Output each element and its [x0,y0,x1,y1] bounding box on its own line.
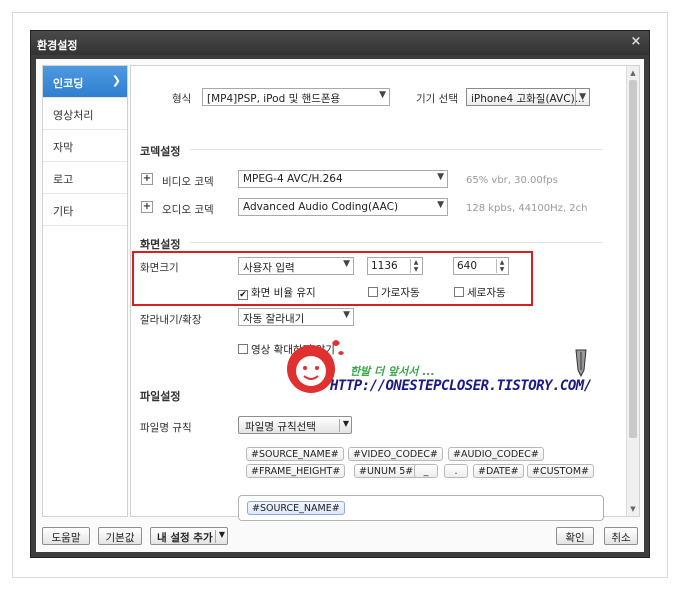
crop-value: 자동 잘라내기 [243,313,305,325]
sidebar-item-label: 로고 [53,173,74,186]
sidebar-item-logo[interactable]: 로고 [43,162,127,194]
ok-button[interactable]: 확인 [556,527,594,545]
file-section-title: 파일설정 [140,390,181,403]
token-chip[interactable]: #SOURCE_NAME# [247,501,345,515]
token-chip[interactable]: #FRAME_HEIGHT# [246,464,346,478]
cancel-button[interactable]: 취소 [604,527,638,545]
checkbox-box [454,287,464,297]
add-preset-button[interactable]: 내 설정 추가 ▼ [150,527,228,545]
sidebar-item-etc[interactable]: 기타 [43,194,127,226]
format-select[interactable]: [MP4]PSP, iPod 및 핸드폰용 ▼ [202,88,390,106]
close-icon[interactable]: × [629,35,643,49]
token-chip[interactable]: #CUSTOM# [527,464,595,478]
chevron-down-icon: ▼ [437,200,444,210]
up-down-arrows-icon[interactable]: ▲ ▼ [496,259,507,273]
height-stepper[interactable]: 640 ▲ ▼ [453,257,509,275]
default-button[interactable]: 기본값 [98,527,142,545]
token-chip[interactable]: #AUDIO_CODEC# [448,447,544,461]
crop-label: 잘라내기/확장 [140,314,202,326]
device-label: 기기 선택 [416,93,458,105]
video-codec-label: 비디오 코덱 [162,176,214,188]
codec-section-title: 코덱설정 [140,145,181,158]
auto-height-checkbox[interactable]: 세로자동 [454,285,506,300]
up-down-arrows-icon[interactable]: ▲ ▼ [410,259,421,273]
video-codec-value: MPEG-4 AVC/H.264 [243,173,343,185]
audio-codec-hint: 128 kpbs, 44100Hz, 2ch [466,203,588,214]
chevron-down-icon: ▼ [379,90,386,100]
checkbox-box [368,287,378,297]
token-chip[interactable]: #DATE# [473,464,524,478]
divider [190,242,603,243]
sidebar-item-label: 인코딩 [53,77,84,90]
chevron-down-icon: ▼ [338,419,349,432]
chevron-down-icon: ▼ [343,259,350,269]
crop-select[interactable]: 자동 잘라내기 ▼ [238,308,354,326]
screen-section-title: 화면설정 [140,238,181,251]
vertical-scrollbar[interactable]: ▲ ▼ [626,66,639,516]
window-title: 환경설정 [37,39,78,52]
sidebar-item-video-processing[interactable]: 영상처리 [43,98,127,130]
file-rule-label: 파일명 규칙 [140,422,192,434]
help-button[interactable]: 도움말 [42,527,90,545]
auto-width-label: 가로자동 [381,287,420,299]
sidebar-item-label: 영상처리 [53,109,94,122]
keep-ratio-checkbox[interactable]: ✔ 화면 비율 유지 [238,285,316,300]
video-codec-hint: 65% vbr, 30.00fps [466,175,558,186]
audio-codec-label: 오디오 코덱 [162,204,214,216]
sidebar-item-label: 기타 [53,205,74,218]
token-chip[interactable]: #UNUM 5# [354,464,419,478]
pen-icon [575,349,587,378]
chevron-down-icon: ▼ [437,172,444,182]
checkmark-icon: ✔ [238,290,248,300]
scroll-up-icon[interactable]: ▲ [627,67,639,79]
sidebar: 인코딩 ❯ 영상처리 자막 로고 기타 [42,65,128,517]
filename-pattern-field[interactable]: #SOURCE_NAME# [238,495,604,521]
token-chip[interactable]: #VIDEO_CODEC# [348,447,443,461]
token-chip[interactable]: #SOURCE_NAME# [246,447,344,461]
watermark-url: HTTP://ONESTEPCLOSER.TISTORY.COM/ [330,378,592,394]
format-value: [MP4]PSP, iPod 및 핸드폰용 [207,93,341,105]
auto-height-label: 세로자동 [467,287,506,299]
token-chip[interactable]: . [444,464,468,478]
sidebar-item-label: 자막 [53,141,74,154]
video-codec-select[interactable]: MPEG-4 AVC/H.264 ▼ [238,170,448,188]
watermark-slogan: 한발 더 앞서서 ... [350,365,435,378]
file-rule-value: 파일명 규칙선택 [245,421,316,433]
sidebar-item-encoding[interactable]: 인코딩 ❯ [43,66,127,98]
screen-size-select[interactable]: 사용자 입력 ▼ [238,257,354,275]
add-preset-label: 내 설정 추가 [157,532,213,544]
auto-width-checkbox[interactable]: 가로자동 [368,285,420,300]
chevron-down-icon: ▼ [343,310,350,320]
device-select[interactable]: iPhone4 고화질(AVC)... ▼ [466,88,590,106]
width-stepper[interactable]: 1136 ▲ ▼ [367,257,423,275]
width-value: 1136 [371,260,398,272]
token-chip[interactable]: _ [414,464,438,478]
chevron-down-icon: ▼ [575,89,586,105]
chevron-down-icon: ▼ [214,530,225,543]
screen-size-label: 화면크기 [140,262,179,274]
audio-codec-select[interactable]: Advanced Audio Coding(AAC) ▼ [238,198,448,216]
sidebar-item-subtitle[interactable]: 자막 [43,130,127,162]
chevron-right-icon: ❯ [111,74,121,87]
file-rule-select[interactable]: 파일명 규칙선택 ▼ [238,416,352,434]
divider [190,149,603,150]
plus-icon[interactable]: + [141,201,153,213]
title-bar: 환경설정 × [31,31,649,55]
format-label: 형식 [172,93,192,105]
audio-codec-value: Advanced Audio Coding(AAC) [243,201,399,213]
keep-ratio-label: 화면 비율 유지 [251,287,316,299]
scroll-thumb[interactable] [629,80,637,438]
device-value: iPhone4 고화질(AVC)... [471,93,585,105]
checkbox-box [238,344,248,354]
height-value: 640 [457,260,478,272]
screen-size-value: 사용자 입력 [243,262,295,274]
plus-icon[interactable]: + [141,173,153,185]
scroll-down-icon[interactable]: ▼ [627,503,639,515]
